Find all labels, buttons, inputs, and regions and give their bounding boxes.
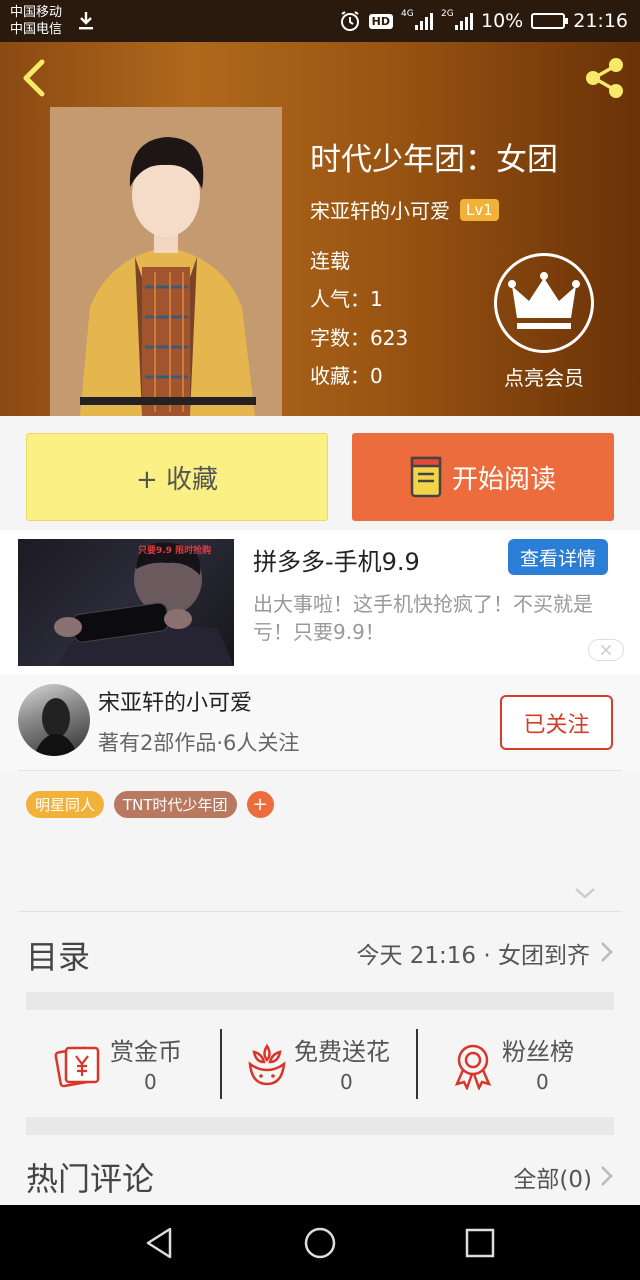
section-separator — [26, 1117, 614, 1135]
tag-star-fanfic[interactable]: 明星同人 — [26, 791, 105, 818]
stat-label: 粉丝榜 — [502, 1038, 574, 1066]
fan-ranking[interactable]: 粉丝榜 0 — [448, 1026, 588, 1106]
ad-banner[interactable]: 只要9.9 限时抢购 拼多多-手机9.9 查看详情 出大事啦！这手机快抢疯了！不… — [0, 530, 640, 675]
reward-coins[interactable]: 赏金币 0 — [54, 1026, 214, 1106]
crown-icon — [508, 272, 580, 329]
red-envelope-icon — [54, 1046, 100, 1088]
follow-button[interactable]: 已关注 — [500, 695, 613, 750]
vip-label[interactable]: 点亮会员 — [492, 362, 596, 391]
add-tag-button[interactable]: + — [246, 791, 274, 818]
stat-divider — [416, 1029, 418, 1099]
medal-icon — [454, 1044, 492, 1090]
signal-icon-2: 2G — [441, 9, 473, 30]
cover-illustration — [50, 107, 282, 416]
ad-illustration — [54, 542, 234, 666]
download-icon — [79, 12, 93, 30]
stat-value: 0 — [340, 1070, 353, 1094]
catalog-label: 目录 — [26, 938, 91, 976]
ad-description: 出大事啦！这手机快抢疯了！不买就是亏！只要9.9！ — [253, 592, 593, 644]
latest-chapter[interactable]: 今天 21:16 · 女团到齐 — [356, 936, 590, 970]
author-stats: 著有2部作品·6人关注 — [98, 731, 300, 755]
hd-badge: HD — [368, 13, 393, 29]
stat-label: 赏金币 — [110, 1038, 182, 1066]
chevron-right-icon[interactable] — [598, 1164, 614, 1188]
all-comments-link[interactable]: 全部(0) — [513, 1160, 592, 1194]
serial-status: 连载 — [310, 249, 350, 273]
author-row: 宋亚轩的小可爱 著有2部作品·6人关注 已关注 — [0, 675, 640, 771]
battery-icon — [531, 13, 569, 29]
share-button[interactable] — [580, 54, 628, 102]
divider — [18, 770, 622, 771]
system-nav-bar — [0, 1205, 640, 1280]
book-cover[interactable] — [50, 107, 282, 416]
stat-value: 0 — [536, 1070, 549, 1094]
catalog-row[interactable]: 目录 今天 21:16 · 女团到齐 — [26, 912, 614, 992]
flower-icon — [248, 1043, 286, 1086]
nav-back-icon[interactable] — [140, 1223, 180, 1263]
tag-tnt[interactable]: TNT时代少年团 — [114, 791, 237, 818]
vip-button[interactable] — [494, 253, 594, 353]
stat-divider — [220, 1029, 222, 1099]
word-count: 字数：623 — [310, 326, 409, 350]
favorites-count: 收藏：0 — [310, 364, 383, 388]
clock: 21:16 — [573, 10, 628, 32]
start-reading-label: 开始阅读 — [451, 464, 556, 495]
book-header: 时代少年团：女团 宋亚轩的小可爱 Lv1 连载 人气：1 字数：623 收藏：0… — [0, 42, 640, 416]
signal-icon-1: 4G — [401, 9, 433, 30]
back-button[interactable] — [14, 56, 54, 100]
start-reading-button[interactable]: 开始阅读 — [352, 433, 614, 521]
free-flowers[interactable]: 免费送花 0 — [242, 1026, 406, 1106]
collect-button[interactable]: + 收藏 — [26, 433, 328, 521]
ad-image[interactable]: 只要9.9 限时抢购 — [18, 539, 234, 666]
tag-list: 明星同人 TNT时代少年团 + — [26, 791, 274, 818]
alarm-icon — [340, 11, 359, 31]
popularity: 人气：1 — [310, 287, 383, 311]
status-bar: 中国移动 中国电信 HD 4G 2G 10% 21:16 — [0, 0, 640, 42]
nav-home-icon[interactable] — [300, 1223, 340, 1263]
ad-title[interactable]: 拼多多-手机9.9 — [253, 542, 420, 577]
level-badge: Lv1 — [460, 198, 499, 221]
header-author-name[interactable]: 宋亚轩的小可爱 — [310, 195, 450, 224]
nav-recents-icon[interactable] — [460, 1223, 500, 1263]
carrier-1: 中国移动 — [10, 5, 63, 20]
ad-image-caption: 只要9.9 限时抢购 — [138, 546, 212, 556]
carrier-info: 中国移动 中国电信 — [10, 4, 62, 38]
chevron-right-icon — [601, 942, 613, 962]
view-details-button[interactable]: 查看详情 — [508, 539, 608, 575]
ad-close-icon[interactable] — [588, 639, 624, 661]
stat-label: 免费送花 — [294, 1038, 390, 1066]
battery-percent: 10% — [481, 10, 524, 32]
chevron-down-icon[interactable] — [572, 883, 598, 903]
carrier-2: 中国电信 — [10, 22, 63, 37]
stat-value: 0 — [144, 1070, 157, 1094]
section-separator — [26, 992, 614, 1010]
hot-comments-label: 热门评论 — [26, 1160, 155, 1198]
book-title: 时代少年团：女团 — [310, 142, 558, 178]
book-icon — [410, 456, 442, 498]
author-name[interactable]: 宋亚轩的小可爱 — [98, 685, 252, 717]
author-avatar[interactable] — [18, 684, 90, 756]
